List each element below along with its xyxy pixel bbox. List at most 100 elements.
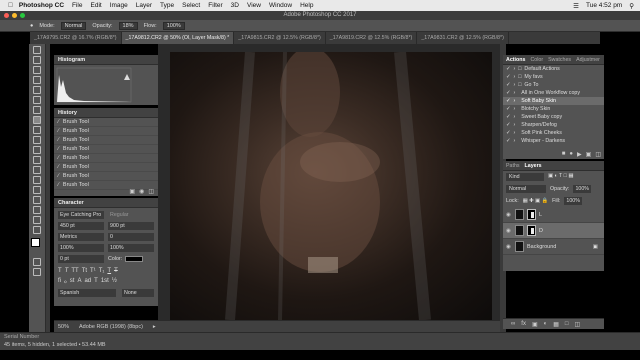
tab-actions[interactable]: Actions xyxy=(506,57,525,63)
visibility-eye-icon[interactable]: ◉ xyxy=(506,228,512,234)
history-item[interactable]: ∕ Brush Tool xyxy=(54,172,158,181)
doc-tab[interactable]: _17A9831.CR2 @ 12.5% (RGB/8*) xyxy=(417,32,509,44)
disclosure-arrow-icon[interactable]: › xyxy=(513,82,515,88)
opacity-field[interactable]: 18% xyxy=(118,21,138,30)
healing-tool-icon[interactable] xyxy=(33,106,41,114)
layer-row[interactable]: ◉ D xyxy=(503,223,604,239)
subscript-button[interactable]: T₁ xyxy=(99,268,105,274)
check-icon[interactable]: ✓ xyxy=(506,114,510,120)
layer-thumbnail[interactable] xyxy=(515,241,524,252)
action-item[interactable]: ✓ › Sharpen/Defog xyxy=(503,121,604,129)
menu-image[interactable]: Image xyxy=(110,2,128,9)
ordinals-button[interactable]: T xyxy=(94,278,98,285)
history-item[interactable]: ∕ Brush Tool xyxy=(54,136,158,145)
doc-tab-active[interactable]: _17A9812.CR2 @ 50% (Ol, Layer Mask/8) * xyxy=(121,32,235,44)
move-tool-icon[interactable] xyxy=(33,46,41,54)
zoom-tool-icon[interactable] xyxy=(33,226,41,234)
superscript-button[interactable]: T¹ xyxy=(90,268,96,274)
tab-swatches[interactable]: Swatches xyxy=(548,57,571,63)
layer-name[interactable]: D xyxy=(539,228,543,234)
faux-italic-button[interactable]: T xyxy=(65,268,69,274)
foreground-color-swatch[interactable] xyxy=(31,238,40,247)
underline-button[interactable]: T xyxy=(107,268,111,274)
clone-stamp-tool-icon[interactable] xyxy=(33,126,41,134)
menu-select[interactable]: Select xyxy=(182,2,200,9)
disclosure-arrow-icon[interactable]: › xyxy=(513,114,515,120)
history-item[interactable]: ∕ Brush Tool xyxy=(54,163,158,172)
new-snapshot-icon[interactable]: ▣ xyxy=(129,188,135,195)
link-layers-icon[interactable]: ∞ xyxy=(511,321,515,327)
check-icon[interactable]: ✓ xyxy=(506,82,510,88)
action-item[interactable]: ✓ › Sweet Baby copy xyxy=(503,113,604,121)
type-tool-icon[interactable] xyxy=(33,186,41,194)
action-item[interactable]: ✓ › Soft Baby Skin xyxy=(503,97,604,105)
check-icon[interactable]: ✓ xyxy=(506,90,510,96)
check-icon[interactable]: ✓ xyxy=(506,106,510,112)
photo-image[interactable] xyxy=(170,52,492,320)
clock[interactable]: Tue 4:52 pm xyxy=(586,2,622,9)
doc-tab[interactable]: _17A9819.CR2 @ 12.5% (RGB/8*) xyxy=(326,32,418,44)
zoom-level[interactable]: 50% xyxy=(58,324,69,330)
action-item[interactable]: ✓ › All in One Workflow copy xyxy=(503,89,604,97)
shape-tool-icon[interactable] xyxy=(33,206,41,214)
trash-icon[interactable]: ◫ xyxy=(575,321,581,328)
disclosure-arrow-icon[interactable]: › xyxy=(513,74,515,80)
menu-view[interactable]: View xyxy=(247,2,261,9)
kind-filter-select[interactable]: Kind xyxy=(506,173,544,181)
kerning-select[interactable]: Metrics xyxy=(58,233,104,241)
doc-tab[interactable]: _17A9795.CR2 @ 16.7% (RGB/8*) xyxy=(30,32,122,44)
tab-adjustments[interactable]: Adjustmer xyxy=(576,57,600,63)
visibility-eye-icon[interactable]: ◉ xyxy=(506,212,512,218)
all-caps-button[interactable]: TT xyxy=(71,268,78,274)
history-brush-tool-icon[interactable] xyxy=(33,136,41,144)
hand-tool-icon[interactable] xyxy=(33,216,41,224)
disclosure-arrow-icon[interactable]: › xyxy=(513,66,515,72)
font-style-select[interactable]: Regular xyxy=(108,211,154,219)
swash-button[interactable]: A xyxy=(77,278,81,285)
document-canvas[interactable] xyxy=(158,44,500,320)
history-item[interactable]: ∕ Brush Tool xyxy=(54,118,158,127)
search-icon[interactable]: ⚲ xyxy=(629,2,634,10)
eraser-tool-icon[interactable] xyxy=(33,146,41,154)
adjustment-layer-icon[interactable]: ◐ xyxy=(544,321,548,327)
menu-edit[interactable]: Edit xyxy=(91,2,102,9)
action-item[interactable]: ✓ › Whisper - Darkens xyxy=(503,137,604,145)
strikethrough-button[interactable]: T xyxy=(114,268,118,274)
tab-layers[interactable]: Layers xyxy=(525,163,542,169)
play-icon[interactable]: ▶ xyxy=(577,151,582,158)
wifi-icon[interactable]: ☰ xyxy=(573,2,579,10)
minimize-window-button[interactable] xyxy=(12,13,17,18)
action-item[interactable]: ✓ › □ My favs xyxy=(503,73,604,81)
apple-icon[interactable]:  xyxy=(8,2,13,9)
quick-select-tool-icon[interactable] xyxy=(33,76,41,84)
new-group-icon[interactable]: ▦ xyxy=(553,321,559,328)
ligature-button[interactable]: fi xyxy=(58,278,61,285)
app-name-menu[interactable]: Photoshop CC xyxy=(19,2,64,9)
leading-field[interactable]: 900 pt xyxy=(108,222,154,230)
layer-thumbnail[interactable] xyxy=(515,209,524,220)
menu-file[interactable]: File xyxy=(72,2,82,9)
stop-icon[interactable]: ■ xyxy=(562,151,566,158)
layer-opacity-field[interactable]: 100% xyxy=(573,185,591,193)
eyedropper-tool-icon[interactable] xyxy=(33,96,41,104)
titling-button[interactable]: ad xyxy=(84,278,91,285)
history-item[interactable]: ∕ Brush Tool xyxy=(54,127,158,136)
text-color-swatch[interactable] xyxy=(125,256,144,262)
antialias-select[interactable]: None xyxy=(122,289,154,297)
add-mask-icon[interactable]: ▣ xyxy=(532,321,538,328)
check-icon[interactable]: ✓ xyxy=(506,98,510,104)
menu-window[interactable]: Window xyxy=(269,2,292,9)
status-arrow-icon[interactable]: ▸ xyxy=(153,324,156,330)
layer-fill-field[interactable]: 100% xyxy=(564,197,582,205)
check-icon[interactable]: ✓ xyxy=(506,74,510,80)
disclosure-arrow-icon[interactable]: › xyxy=(513,122,515,128)
pen-tool-icon[interactable] xyxy=(33,176,41,184)
layer-row[interactable]: ◉ Background ▣ xyxy=(503,239,604,255)
fractions-button[interactable]: 1st xyxy=(101,278,109,285)
doc-tab[interactable]: _17A9815.CR2 @ 12.5% (RGB/8*) xyxy=(234,32,326,44)
small-caps-button[interactable]: Tt xyxy=(82,268,87,274)
lock-icons[interactable]: ▦ ✚ ▣ 🔒 xyxy=(523,198,548,204)
check-icon[interactable]: ✓ xyxy=(506,138,510,144)
menu-help[interactable]: Help xyxy=(300,2,313,9)
flow-field[interactable]: 100% xyxy=(162,21,185,30)
